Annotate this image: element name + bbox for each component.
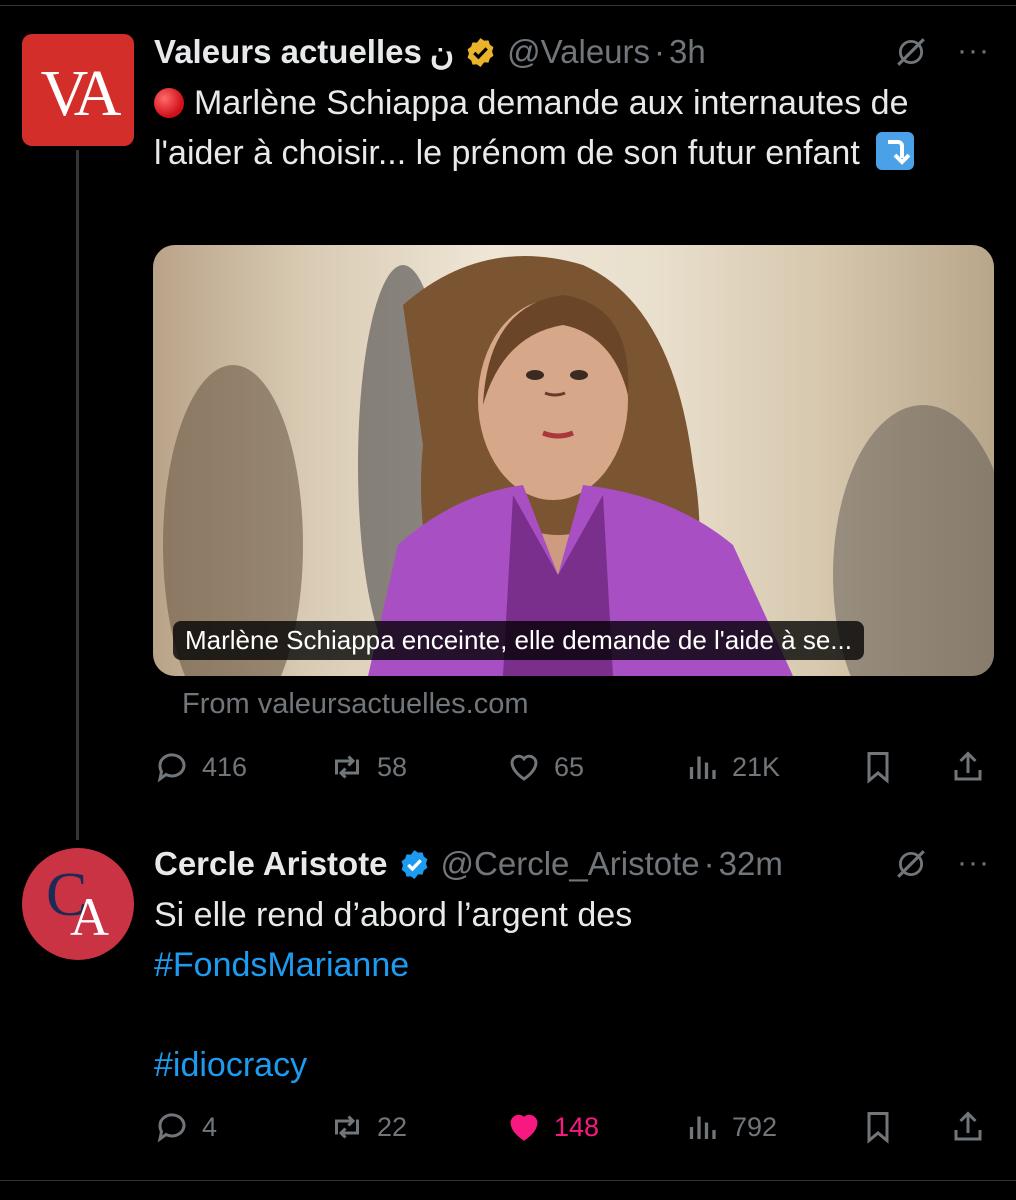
tweet-text: Marlène Schiappa demande aux internautes… (154, 78, 984, 178)
bookmark-icon (867, 752, 889, 784)
views-count: 21K (732, 751, 781, 782)
repost-count: 58 (377, 751, 408, 782)
article-image (163, 256, 994, 676)
like-icon (510, 754, 538, 781)
timestamp[interactable]: 3h (669, 33, 706, 71)
tweet-body: Si elle rend d’abord l’argent des (154, 896, 633, 934)
tweet-actions: 4 22 148 792 (154, 1105, 994, 1149)
avatar-letter-a: A (70, 887, 109, 947)
reply-button[interactable]: 416 (154, 745, 247, 789)
share-icon (954, 1111, 982, 1141)
grok-icon[interactable] (894, 35, 928, 69)
like-button[interactable]: 148 (506, 1105, 599, 1149)
views-icon (689, 1116, 716, 1139)
views-count: 792 (732, 1111, 778, 1142)
top-divider (0, 5, 1016, 6)
repost-button[interactable]: 58 (329, 745, 407, 789)
separator: · (703, 845, 715, 882)
bookmark-button[interactable] (860, 1105, 908, 1149)
verified-badge-icon (467, 37, 494, 67)
avatar-text: VA (40, 57, 122, 130)
repost-count: 22 (377, 1111, 408, 1142)
separator: · (654, 33, 666, 70)
card-source[interactable]: From valeursactuelles.com (182, 688, 529, 721)
grok-icon[interactable] (894, 847, 928, 881)
red-circle-emoji (154, 88, 184, 118)
bookmark-button[interactable] (860, 745, 908, 789)
like-icon (510, 1114, 538, 1141)
repost-icon (335, 755, 359, 779)
bookmark-icon (867, 1112, 889, 1144)
views-button[interactable]: 21K (684, 745, 780, 789)
author-name[interactable]: Valeurs actuelles (154, 33, 422, 71)
link-card[interactable]: Marlène Schiappa enceinte, elle demande … (153, 245, 994, 676)
verified-badge-icon (401, 849, 427, 879)
views-button[interactable]: 792 (684, 1105, 777, 1149)
more-options-icon[interactable]: ··· (957, 34, 990, 68)
avatar-cercle[interactable]: C A (22, 848, 134, 960)
author-handle[interactable]: @Cercle_Aristote (441, 845, 700, 883)
tweet-body: Marlène Schiappa demande aux internautes… (154, 84, 909, 172)
name-glyph: ن (429, 33, 455, 71)
tweet-header: Valeurs actuelles ن @Valeurs · 3h (154, 32, 706, 72)
reply-count: 416 (202, 751, 248, 782)
reply-count: 4 (202, 1111, 218, 1142)
tweet-header: Cercle Aristote @Cercle_Aristote · 32m (154, 844, 783, 884)
like-count: 65 (554, 751, 585, 782)
share-button[interactable] (950, 1105, 998, 1149)
tweet-actions: 416 58 65 21K (154, 745, 994, 789)
hashtag-idiocracy[interactable]: #idiocracy (154, 1040, 984, 1090)
repost-button[interactable]: 22 (329, 1105, 407, 1149)
views-icon (689, 756, 716, 779)
bottom-divider (0, 1180, 1016, 1181)
card-title: Marlène Schiappa enceinte, elle demande … (173, 621, 864, 660)
thread-connector (76, 150, 79, 840)
author-name[interactable]: Cercle Aristote (154, 845, 388, 883)
like-count: 148 (554, 1111, 600, 1142)
share-icon (954, 751, 982, 781)
repost-icon (335, 1115, 359, 1139)
timestamp[interactable]: 32m (719, 845, 783, 883)
share-button[interactable] (950, 745, 998, 789)
reply-icon (157, 1113, 186, 1143)
tweet-text: Si elle rend d’abord l’argent des #Fonds… (154, 890, 984, 1090)
author-handle[interactable]: @Valeurs (507, 33, 650, 71)
like-button[interactable]: 65 (506, 745, 584, 789)
arrow-down-emoji (875, 132, 914, 170)
reply-icon (157, 753, 186, 783)
hashtag-fondsmarianne[interactable]: #FondsMarianne (154, 940, 984, 990)
reply-button[interactable]: 4 (154, 1105, 217, 1149)
more-options-icon[interactable]: ··· (957, 846, 990, 880)
avatar-valeurs[interactable]: VA (22, 34, 134, 146)
